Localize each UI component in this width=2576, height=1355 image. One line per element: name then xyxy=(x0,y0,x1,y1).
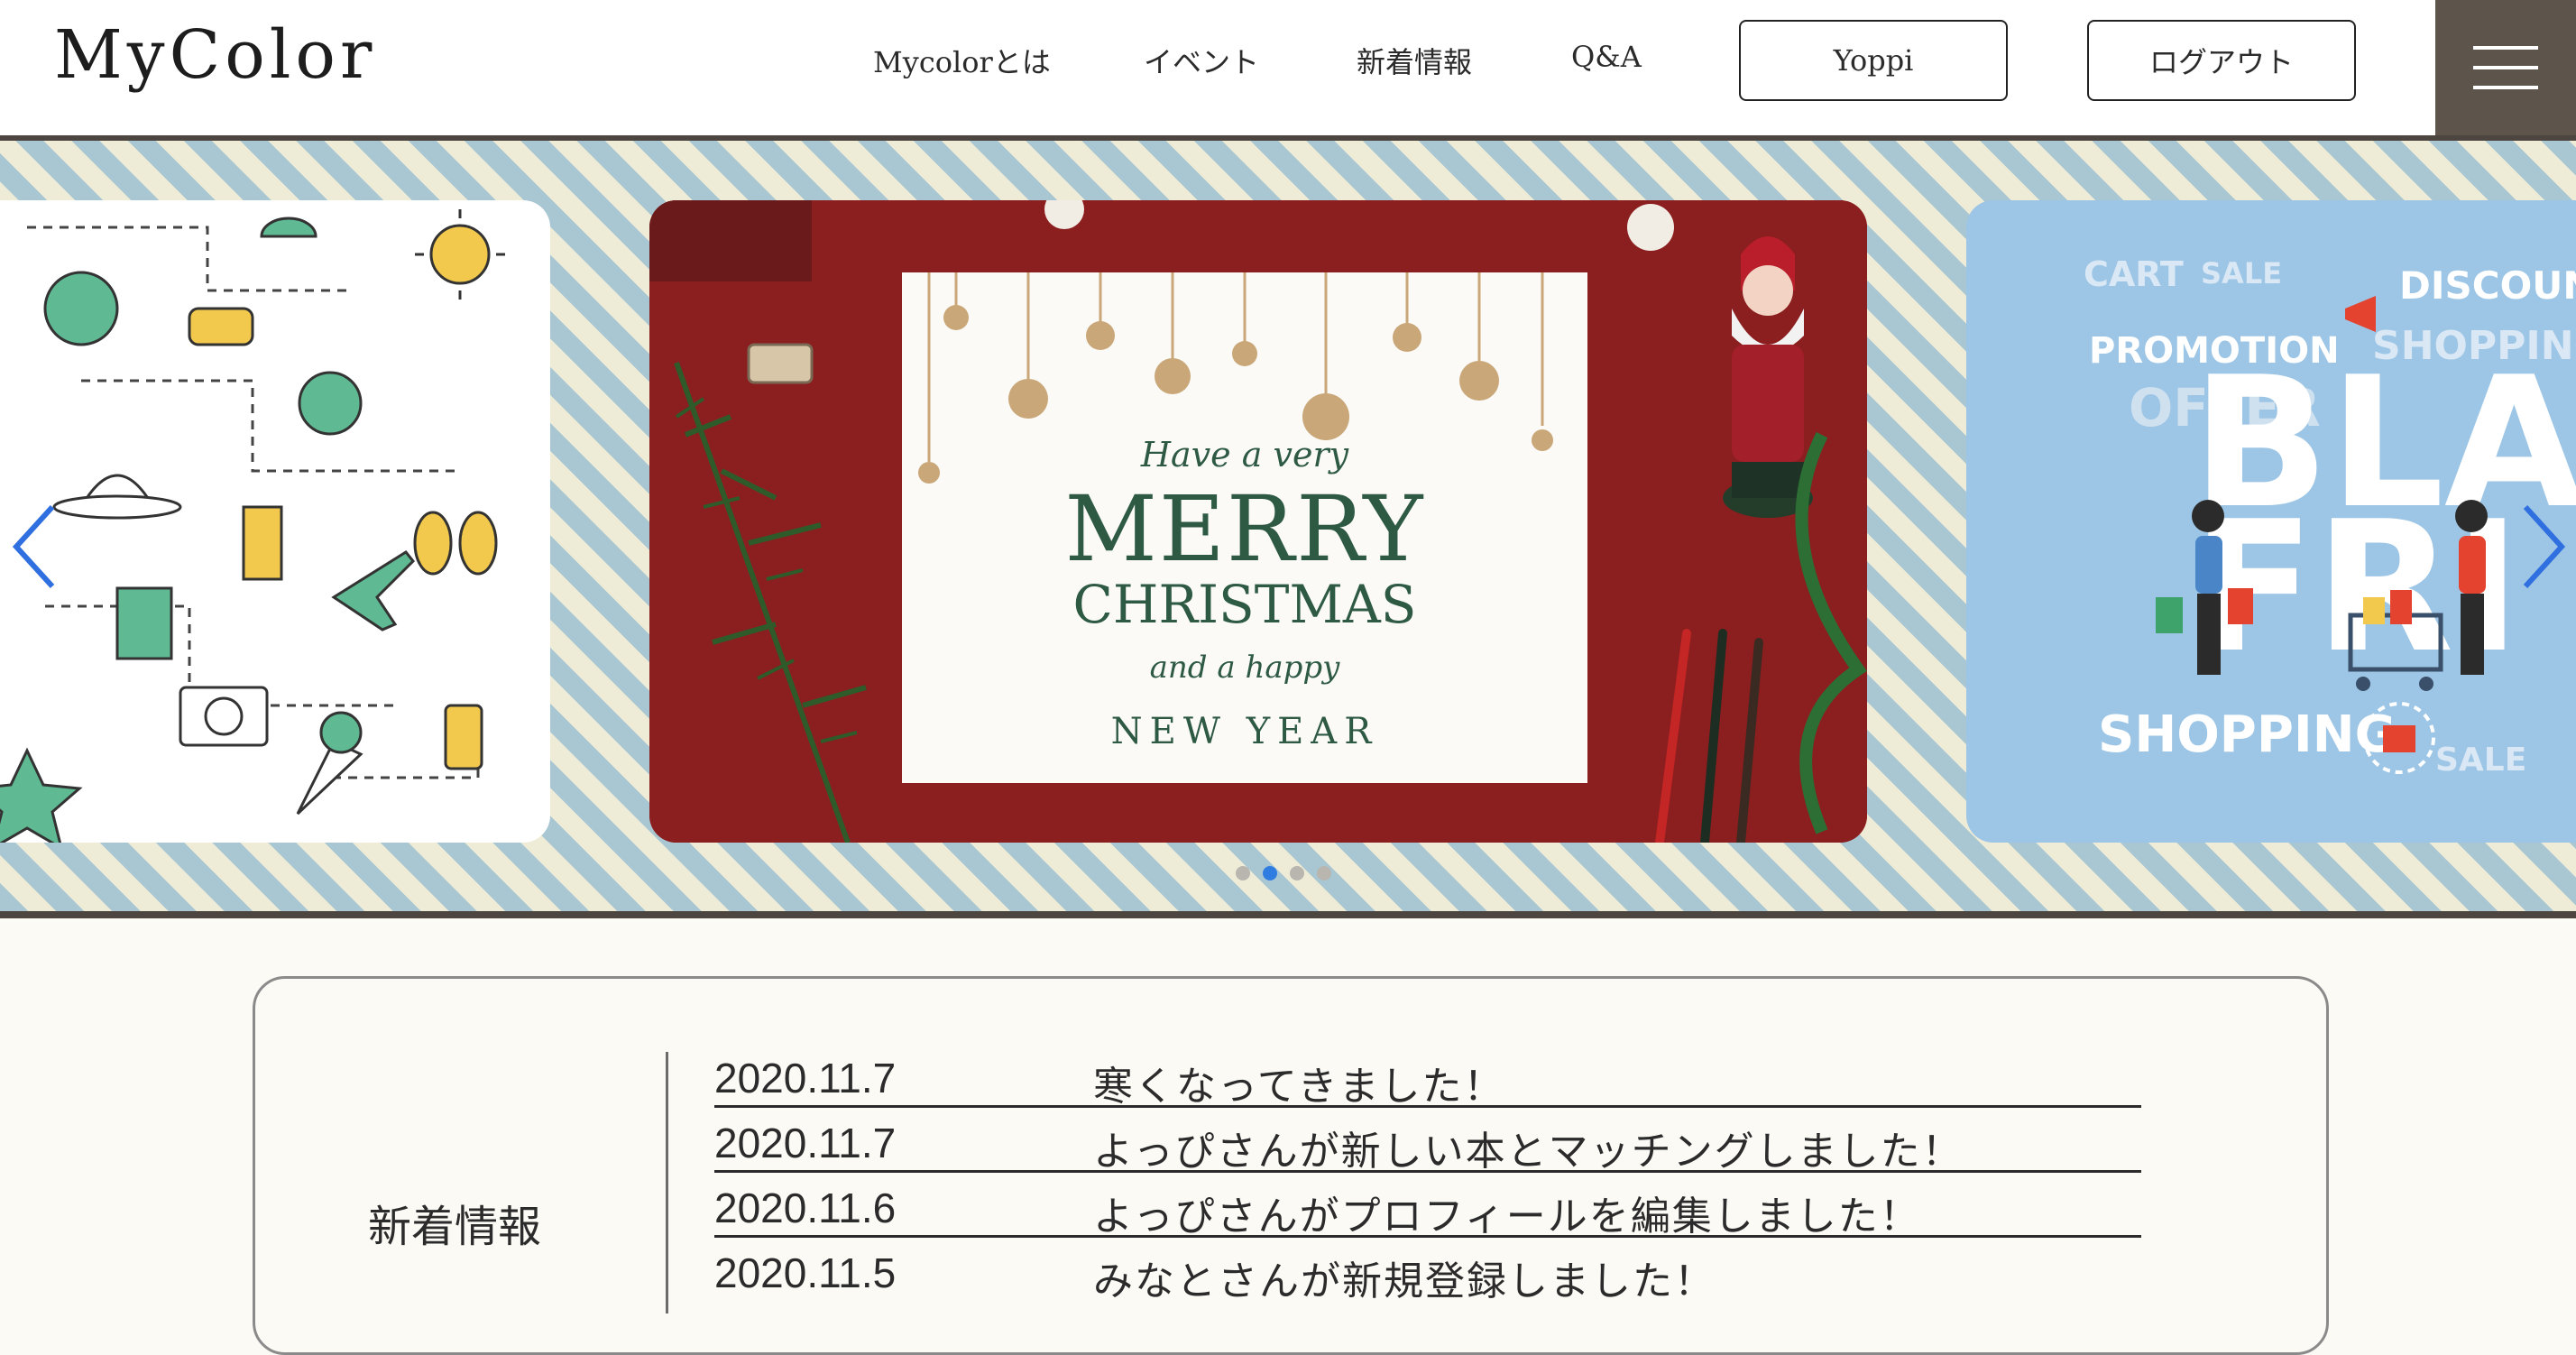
news-date: 2020.11.6 xyxy=(714,1184,897,1231)
carousel-pagination xyxy=(1236,866,1331,880)
news-row[interactable]: 2020.11.7 寒くなってきました！ xyxy=(714,1043,2141,1111)
news-date: 2020.11.7 xyxy=(714,1120,897,1166)
news-section-title: 新着情報 xyxy=(368,1202,542,1252)
carousel-prev-arrow-icon[interactable] xyxy=(5,502,60,592)
logout-button[interactable]: ログアウト xyxy=(2087,20,2356,101)
hamburger-line xyxy=(2473,86,2538,89)
card-line-merry: MERRY xyxy=(1064,476,1425,582)
card-line-have-a-very: Have a very xyxy=(1140,435,1349,475)
shoppers-illustration xyxy=(2156,296,2488,774)
slide-christmas[interactable]: Have a very MERRY CHRISTMAS and a happy … xyxy=(649,200,1867,843)
site-header: MyColor Mycolorとは イベント 新着情報 Q&A Yoppi ログ… xyxy=(0,0,2576,141)
news-text[interactable]: みなとさんが新規登録しました！ xyxy=(1093,1249,1716,1306)
carousel-dot-1[interactable] xyxy=(1236,866,1250,880)
news-divider xyxy=(666,1052,668,1314)
card-line-christmas: CHRISTMAS xyxy=(1072,574,1417,635)
news-row[interactable]: 2020.11.5 みなとさんが新規登録しました！ xyxy=(714,1238,2141,1306)
carousel-dot-2[interactable] xyxy=(1263,866,1277,880)
carousel-dot-4[interactable] xyxy=(1317,866,1331,880)
news-text[interactable]: 寒くなってきました！ xyxy=(1093,1054,1504,1111)
slide-summer-travel[interactable] xyxy=(0,200,550,843)
nav-link-qa[interactable]: Q&A xyxy=(1571,40,1642,74)
hamburger-line xyxy=(2473,66,2538,69)
summer-travel-illustration xyxy=(0,209,505,843)
user-profile-button[interactable]: Yoppi xyxy=(1739,20,2008,101)
carousel-next-arrow-icon[interactable] xyxy=(2518,502,2572,592)
carousel-dot-3[interactable] xyxy=(1290,866,1304,880)
christmas-card: Have a very MERRY CHRISTMAS and a happy … xyxy=(902,272,1587,783)
news-text[interactable]: よっぴさんが新しい本とマッチングしました！ xyxy=(1093,1119,1964,1176)
card-line-and-a-happy: and a happy xyxy=(1149,650,1340,686)
nav-link-news[interactable]: 新着情報 xyxy=(1357,40,1472,81)
news-row[interactable]: 2020.11.6 よっぴさんがプロフィールを編集しました！ xyxy=(714,1173,2141,1241)
site-logo[interactable]: MyColor xyxy=(54,16,376,94)
news-date: 2020.11.7 xyxy=(714,1055,897,1102)
hamburger-line xyxy=(2473,46,2538,50)
slide-black-friday[interactable]: CART SALE DISCOUNT PROMOTION SHOPPING OF… xyxy=(1966,200,2576,843)
nav-link-events[interactable]: イベント xyxy=(1144,40,1259,81)
hamburger-menu-icon[interactable] xyxy=(2435,0,2576,135)
hero-carousel[interactable]: Have a very MERRY CHRISTMAS and a happy … xyxy=(0,141,2576,918)
news-text[interactable]: よっぴさんがプロフィールを編集しました！ xyxy=(1093,1184,1921,1241)
nav-link-about[interactable]: Mycolorとは xyxy=(873,40,1051,81)
card-line-new-year: NEW YEAR xyxy=(1110,711,1379,752)
news-row[interactable]: 2020.11.7 よっぴさんが新しい本とマッチングしました！ xyxy=(714,1108,2141,1176)
news-date: 2020.11.5 xyxy=(714,1249,897,1296)
